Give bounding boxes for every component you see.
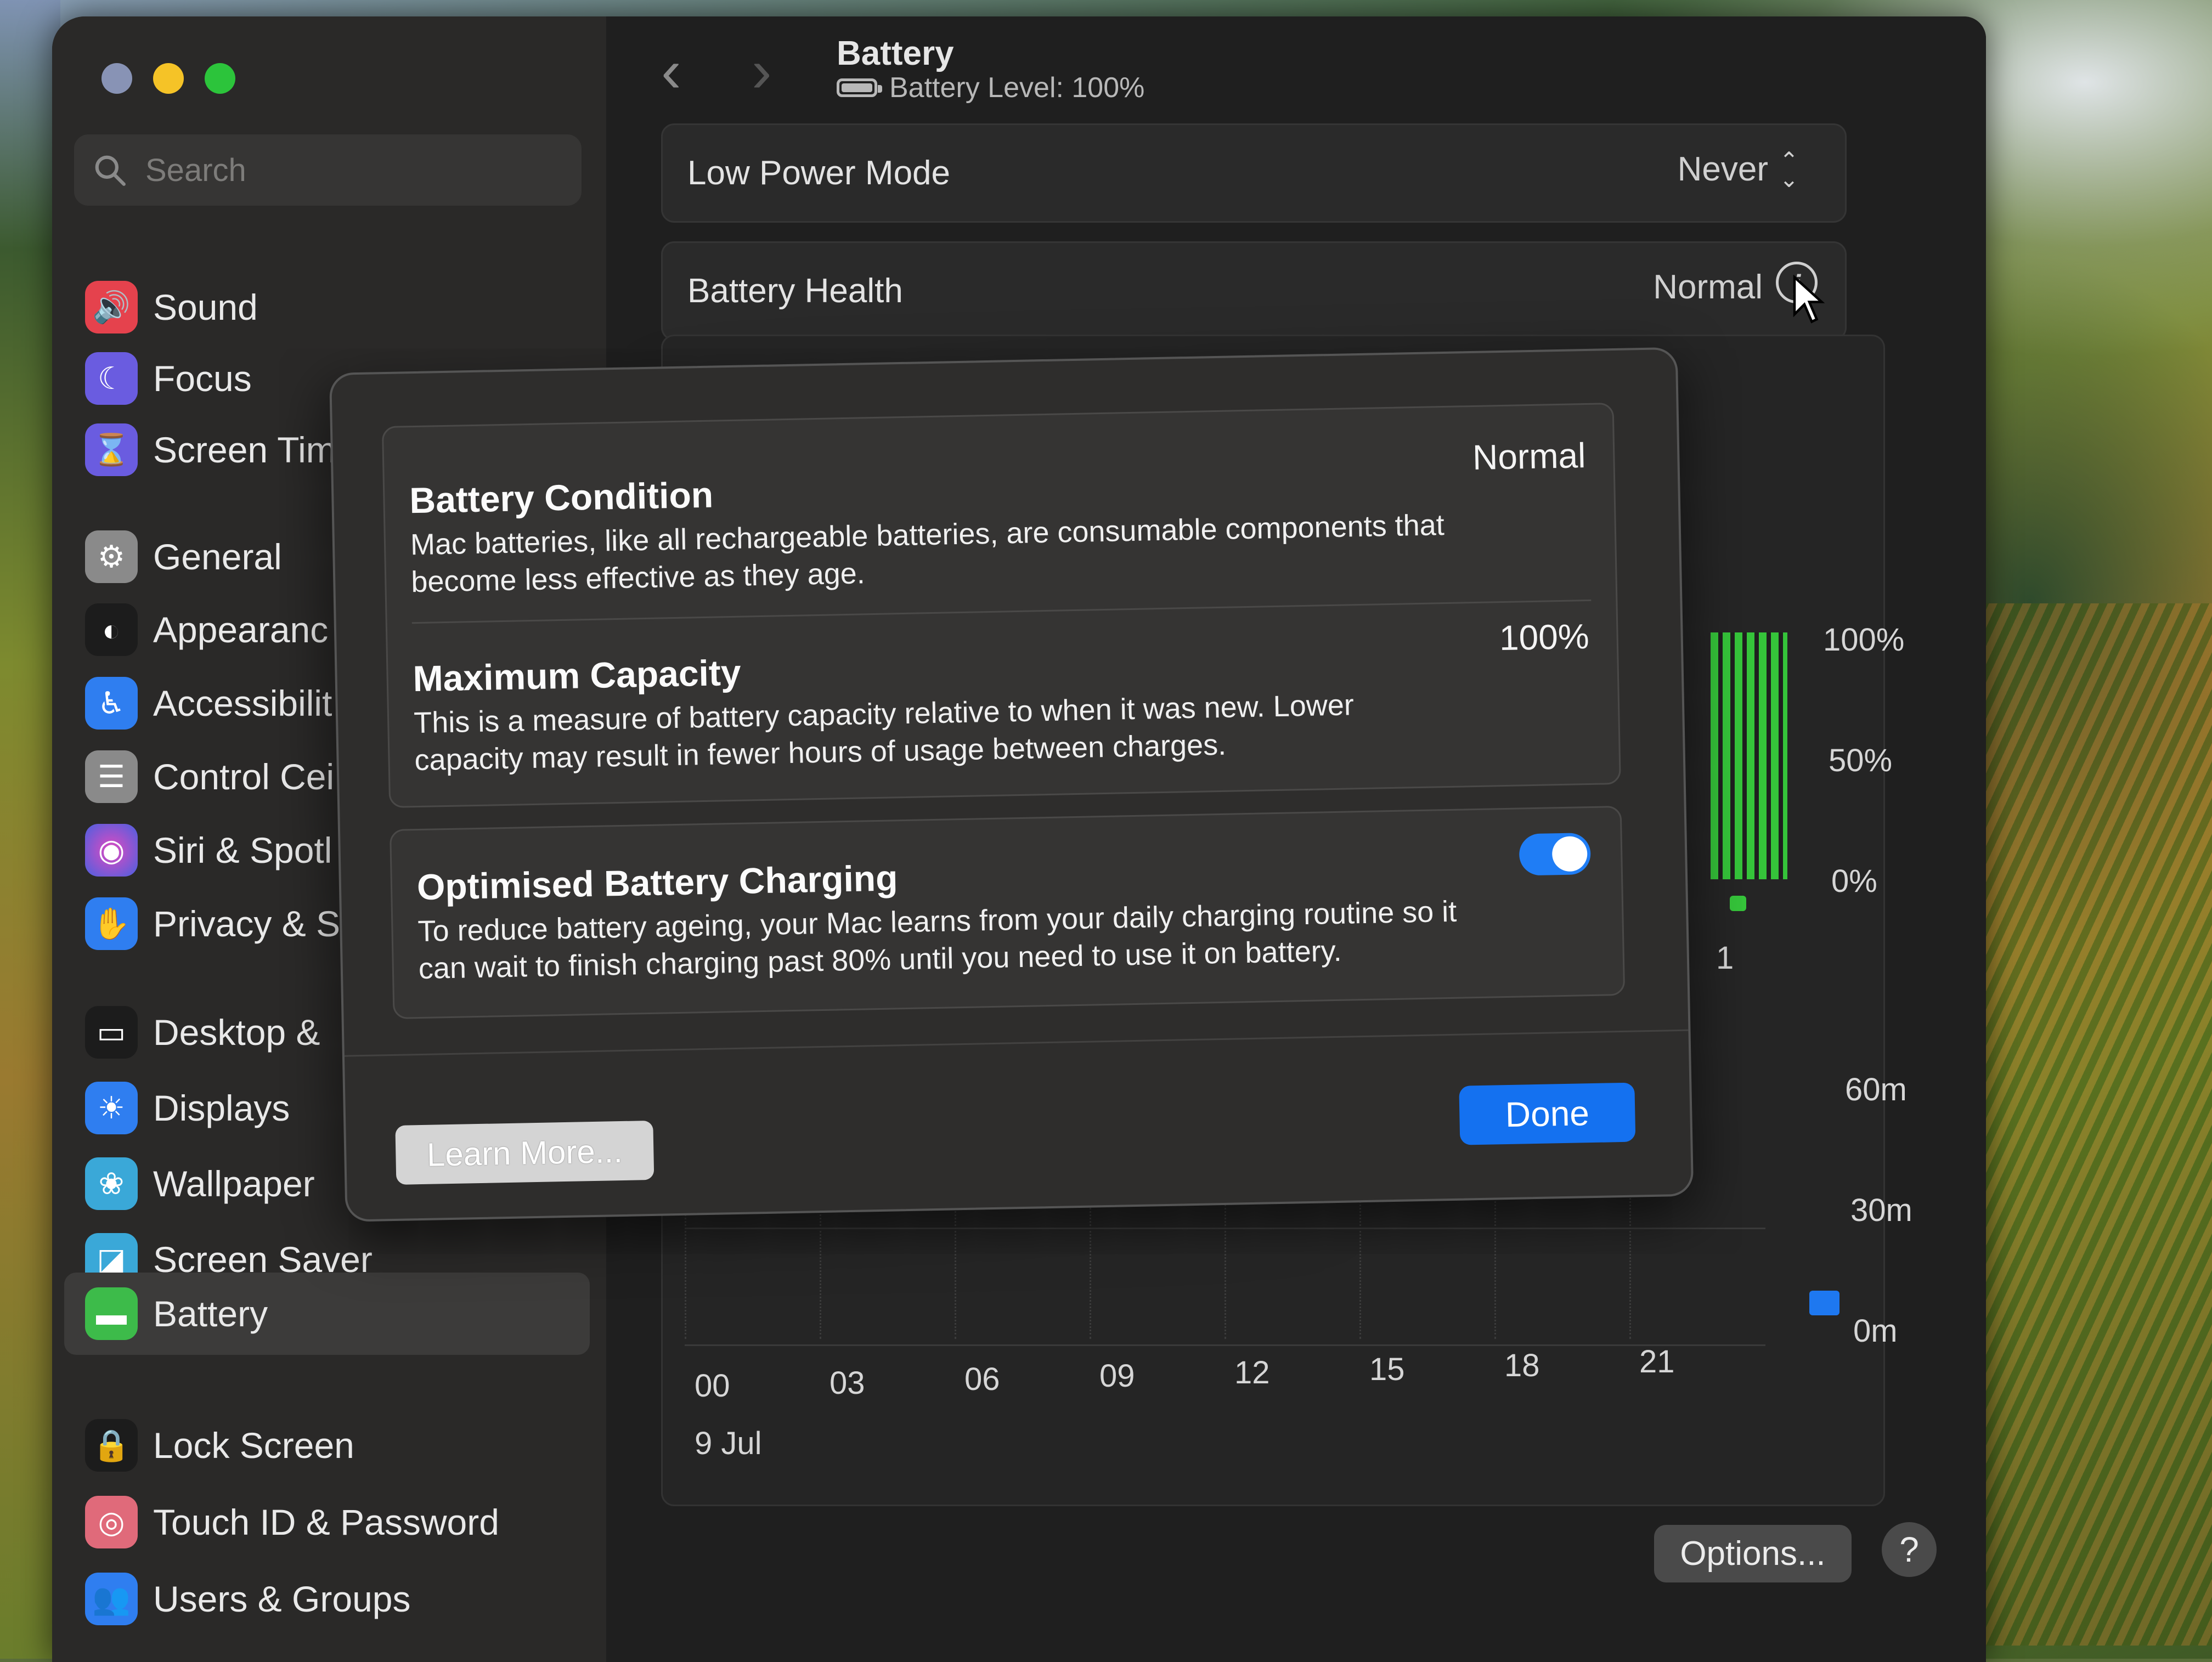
battery-icon: ▬	[85, 1287, 138, 1340]
minimize-window-button[interactable]	[153, 63, 184, 94]
sidebar-item-label: Accessibilit	[153, 683, 332, 723]
sidebar-item-label: Control Cei	[153, 756, 335, 797]
sun-icon: ☀	[85, 1082, 138, 1134]
sidebar-item-lock-screen[interactable]: 🔒 Lock Screen	[85, 1412, 579, 1478]
battery-info-card: Battery Condition Normal Mac batteries, …	[381, 403, 1621, 809]
sidebar-item-label: Users & Groups	[153, 1579, 411, 1619]
x-label-12: 12	[1234, 1355, 1270, 1390]
sidebar-item-label: General	[153, 536, 282, 577]
gear-icon: ⚙	[85, 530, 138, 583]
users-icon: 👥	[85, 1573, 138, 1625]
sidebar-item-label: Screen Tim	[153, 429, 336, 470]
siri-icon: ◉	[85, 824, 138, 877]
optimised-charging-card: Optimised Battery Charging To reduce bat…	[389, 805, 1626, 1019]
sidebar-item-label: Battery	[153, 1293, 268, 1334]
close-window-button[interactable]	[101, 63, 132, 94]
learn-more-button[interactable]: Learn More...	[395, 1120, 654, 1185]
options-button[interactable]: Options...	[1654, 1525, 1852, 1582]
card-divider	[411, 599, 1592, 624]
battery-condition-description: Mac batteries, like all rechargeable bat…	[410, 508, 1445, 599]
chevron-updown-icon[interactable]: ⌃ ⌄	[1777, 149, 1801, 191]
page-title: Battery	[837, 35, 954, 72]
sidebar-item-label: Displays	[153, 1088, 290, 1128]
battery-level-bars	[1711, 632, 1787, 879]
maximum-capacity-description: This is a measure of battery capacity re…	[413, 688, 1355, 777]
x-label-15: 15	[1369, 1352, 1405, 1387]
y-label-60m: 60m	[1845, 1072, 1907, 1107]
charging-indicator	[1730, 896, 1746, 911]
low-power-mode-select[interactable]: Never	[1678, 150, 1768, 189]
page-subtitle: Battery Level: 100%	[837, 71, 1144, 104]
wallpaper-left-edge	[0, 0, 60, 1659]
control-centre-icon: ☰	[85, 750, 138, 803]
battery-health-value: Normal	[1653, 268, 1763, 306]
usage-grid	[685, 1158, 1765, 1346]
lock-icon: 🔒	[85, 1419, 138, 1472]
x-label-03: 03	[830, 1365, 865, 1401]
y-label-0m: 0m	[1853, 1313, 1898, 1349]
battery-health-row: Battery Health Normal i	[661, 241, 1847, 341]
done-button[interactable]: Done	[1459, 1082, 1636, 1145]
battery-health-dialog: Battery Condition Normal Mac batteries, …	[329, 347, 1694, 1222]
y-label-30m: 30m	[1850, 1192, 1912, 1228]
sidebar-item-label: Appearanc	[153, 609, 329, 650]
sidebar-item-sound[interactable]: 🔊 Sound	[85, 274, 579, 340]
x-label-partial: 1	[1716, 940, 1734, 976]
y-label-50: 50%	[1829, 743, 1893, 778]
x-label-06: 06	[964, 1361, 1000, 1397]
sidebar-item-label: Wallpaper	[153, 1163, 315, 1204]
help-button[interactable]: ?	[1882, 1522, 1937, 1577]
maximize-window-button[interactable]	[205, 63, 235, 94]
speaker-icon: 🔊	[85, 281, 138, 333]
desktop-icon: ▭	[85, 1006, 138, 1059]
sidebar-item-label: Lock Screen	[153, 1425, 354, 1466]
search-placeholder: Search	[145, 152, 246, 188]
search-input[interactable]: Search	[74, 134, 582, 206]
fingerprint-icon: ◎	[85, 1496, 138, 1548]
flower-icon: ❀	[85, 1157, 138, 1210]
sidebar-item-label: Siri & Spotl	[153, 830, 332, 870]
forward-arrow-icon[interactable]: ›	[752, 41, 772, 101]
low-power-mode-row: Low Power Mode Never ⌃ ⌄	[661, 123, 1847, 223]
battery-condition-value: Normal	[1472, 436, 1586, 478]
sidebar-item-label: Desktop &	[153, 1012, 320, 1053]
window-controls	[101, 63, 235, 94]
x-label-09: 09	[1099, 1358, 1135, 1394]
maximum-capacity-value: 100%	[1499, 617, 1590, 658]
hourglass-icon: ⌛	[85, 423, 138, 476]
usage-bar	[1809, 1291, 1839, 1315]
sidebar-item-label: Sound	[153, 287, 258, 327]
maximum-capacity-title: Maximum Capacity	[413, 652, 742, 699]
battery-level-icon	[837, 78, 882, 97]
sidebar-item-touch-id-password[interactable]: ◎ Touch ID & Password	[85, 1489, 579, 1555]
sidebar-item-label: Focus	[153, 358, 252, 399]
moon-icon: ☾	[85, 352, 138, 405]
battery-health-label: Battery Health	[687, 272, 903, 310]
optimised-charging-toggle[interactable]	[1519, 833, 1591, 876]
sidebar-item-users-groups[interactable]: 👥 Users & Groups	[85, 1566, 579, 1632]
search-icon	[74, 153, 145, 187]
mouse-cursor-icon	[1793, 275, 1825, 324]
back-arrow-icon[interactable]: ‹	[661, 41, 681, 101]
accessibility-icon: ♿	[85, 677, 138, 730]
sidebar-item-battery[interactable]: ▬ Battery	[64, 1273, 590, 1355]
battery-level-text: Battery Level: 100%	[889, 72, 1145, 104]
low-power-mode-label: Low Power Mode	[687, 154, 951, 192]
date-label: 9 Jul	[695, 1426, 762, 1461]
optimised-charging-title: Optimised Battery Charging	[416, 857, 899, 908]
hand-icon: ✋	[85, 897, 138, 950]
sidebar-item-label: Privacy & S	[153, 903, 341, 944]
battery-condition-title: Battery Condition	[409, 474, 714, 521]
x-label-18: 18	[1504, 1348, 1540, 1383]
sidebar-item-label: Touch ID & Password	[153, 1502, 499, 1542]
dialog-divider	[344, 1029, 1689, 1057]
y-label-0: 0%	[1831, 863, 1877, 899]
x-label-21: 21	[1639, 1344, 1675, 1380]
optimised-charging-description: To reduce battery ageing, your Mac learn…	[417, 895, 1457, 986]
x-label-00: 00	[695, 1368, 730, 1404]
appearance-icon: ◐	[85, 603, 138, 656]
y-label-100: 100%	[1823, 622, 1905, 658]
